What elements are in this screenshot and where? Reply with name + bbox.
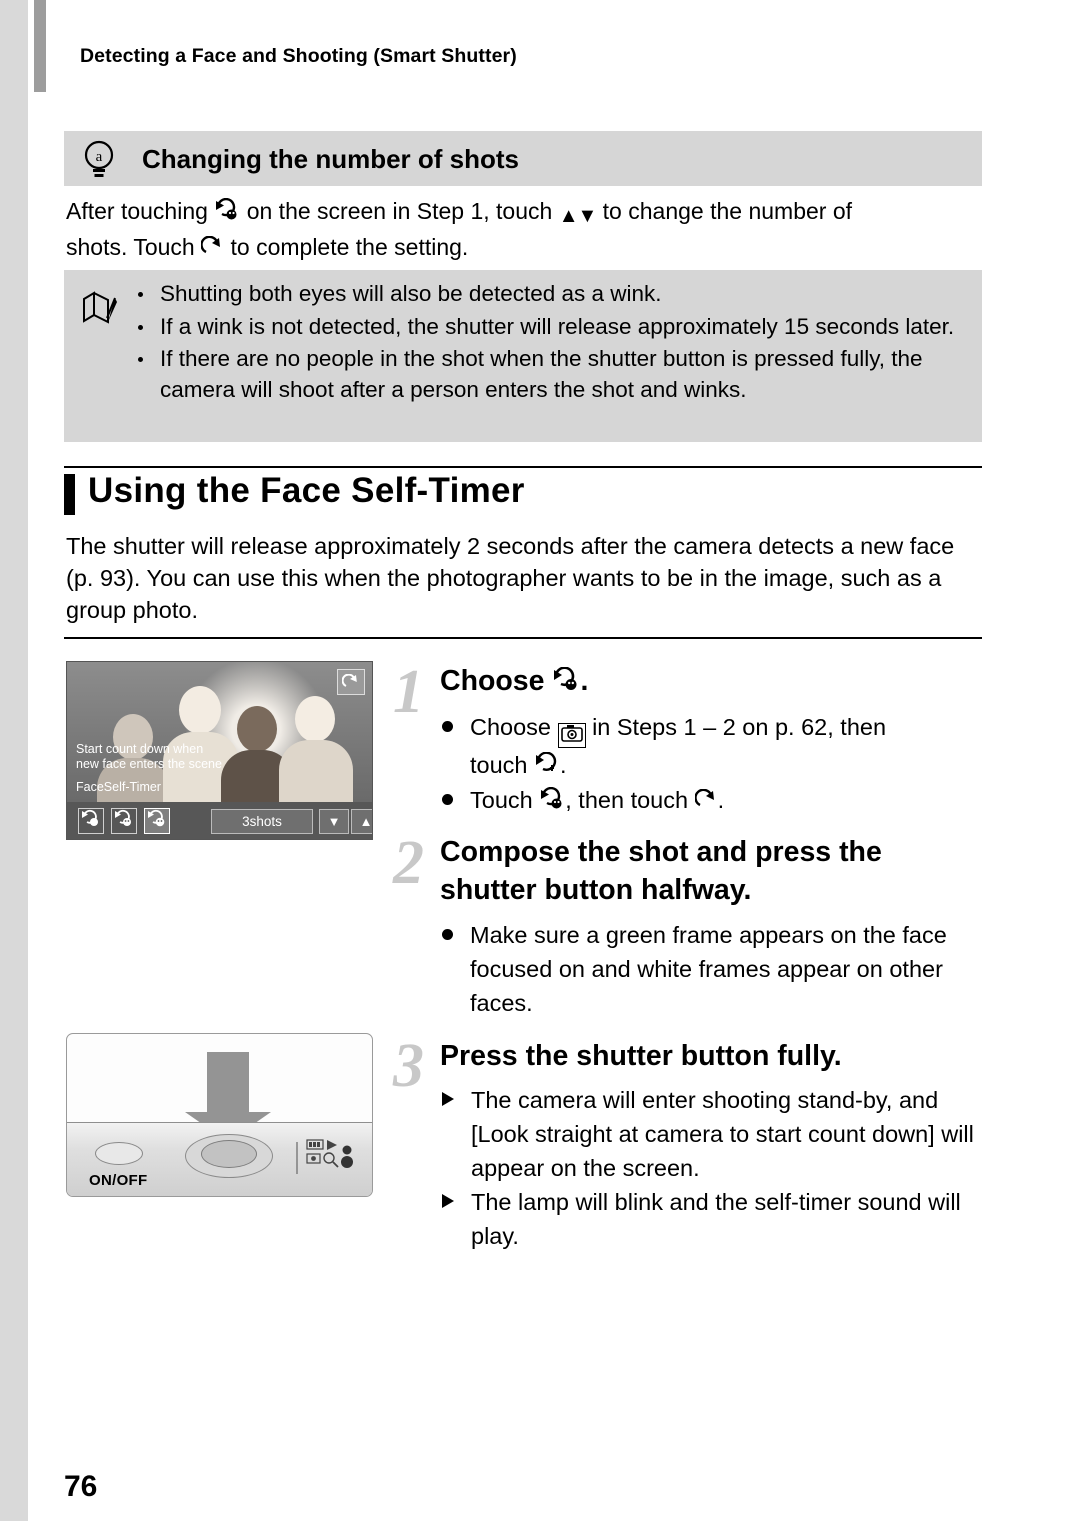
step3-arrow-text-1: The camera will enter shooting stand-by,… (471, 1087, 974, 1181)
step1-b2-text-b: , then touch (565, 787, 689, 813)
bullet-dot (138, 292, 143, 297)
lightbulb-icon: a (76, 139, 122, 181)
tip-body-text-1: After touching (66, 198, 208, 224)
bullet-dot (442, 929, 453, 940)
screen-mode-icon-2[interactable] (111, 808, 137, 834)
step1-b2-text-c: . (717, 787, 725, 813)
section-divider-2 (64, 637, 982, 639)
smart-shutter-icon (557, 723, 586, 748)
note-text: Shutting both eyes will also be detected… (160, 281, 662, 306)
person-body (279, 740, 353, 804)
step-2-heading: Compose the shot and press the shutter b… (440, 836, 882, 906)
note-text: If there are no people in the shot when … (160, 346, 923, 402)
screen-caption-line1: Start count down when (76, 742, 204, 756)
press-down-arrow-icon (185, 1052, 271, 1142)
step1-b1-text-d: . (560, 752, 567, 778)
step-number-2: 2 (393, 829, 424, 897)
list-item: The camera will enter shooting stand-by,… (440, 1083, 995, 1185)
step-1-body: Choose in Steps 1 – 2 on p. 62, then tou… (440, 710, 985, 818)
list-item: If a wink is not detected, the shutter w… (132, 312, 977, 343)
screen-back-button[interactable] (337, 669, 365, 695)
step1-b1-text-c: touch (470, 752, 528, 778)
section-divider (64, 466, 982, 468)
face-self-timer-icon (552, 665, 580, 691)
notes-list: Shutting both eyes will also be detected… (132, 279, 977, 407)
step1-b1-text-b: in Steps 1 – 2 on p. 62, then (592, 714, 887, 740)
list-item: Choose in Steps 1 – 2 on p. 62, then tou… (440, 710, 985, 782)
step-3-heading: Press the shutter button fully. (440, 1040, 842, 1072)
page-number: 76 (64, 1470, 98, 1503)
step1-b2-text-a: Touch (470, 787, 533, 813)
shots-count-display[interactable]: 3shots (211, 809, 313, 834)
note-text: If a wink is not detected, the shutter w… (160, 313, 955, 339)
step2-bullet-text: Make sure a green frame appears on the f… (470, 922, 947, 1016)
step1-b1-text-a: Choose (470, 714, 551, 740)
step-number-1: 1 (393, 658, 424, 726)
camera-screen-illustration: Start count down when new face enters th… (66, 661, 373, 840)
page-edge-band (0, 0, 28, 1521)
chapter-tab (34, 0, 46, 92)
step-2-body: Make sure a green frame appears on the f… (440, 918, 985, 1021)
person-head (295, 696, 335, 742)
face-self-timer-icon (539, 786, 565, 810)
shutter-button (201, 1140, 257, 1168)
step-3-body: The camera will enter shooting stand-by,… (440, 1083, 995, 1253)
shots-increase-button[interactable]: ▲ (351, 809, 372, 834)
power-button (95, 1142, 143, 1165)
step-1-heading: Choose . (440, 665, 589, 697)
arrow-marker (442, 1194, 454, 1208)
tip-title: Changing the number of shots (142, 144, 519, 174)
screen-mode-label: FaceSelf-Timer (76, 780, 161, 794)
svg-text:a: a (96, 149, 103, 165)
shots-decrease-button[interactable]: ▼ (319, 809, 349, 834)
bullet-dot (138, 357, 143, 362)
person-head (237, 706, 277, 752)
tip-body-text-4: shots. Touch (66, 234, 195, 260)
list-item: If there are no people in the shot when … (132, 344, 977, 405)
list-item: Shutting both eyes will also be detected… (132, 279, 977, 310)
tip-body-text-5: to complete the setting. (230, 234, 469, 260)
arrow-marker (442, 1092, 454, 1106)
step3-arrow-text-2: The lamp will blink and the self-timer s… (471, 1189, 961, 1249)
bullet-dot (138, 324, 143, 330)
tip-body: After touching on the screen in Step 1, … (66, 196, 976, 263)
list-item: The lamp will blink and the self-timer s… (440, 1185, 995, 1253)
bullet-dot (442, 794, 453, 805)
list-item: Touch , then touch . (440, 783, 985, 817)
mode-dial (295, 1138, 357, 1174)
up-down-arrows-icon: ▲▼ (558, 205, 598, 227)
screen-mode-icon-3-selected[interactable] (144, 808, 170, 834)
bullet-dot (442, 721, 453, 732)
onoff-label: ON/OFF (89, 1172, 148, 1189)
back-arrow-icon (693, 788, 718, 811)
back-arrow-icon (200, 235, 224, 258)
face-self-timer-icon (214, 197, 240, 222)
screen-mode-icon-1[interactable] (78, 808, 104, 834)
section-marker (64, 474, 75, 515)
page-title: Using the Face Self-Timer (88, 471, 525, 510)
step-number-3: 3 (393, 1032, 424, 1100)
list-item: Make sure a green frame appears on the f… (440, 918, 985, 1020)
screen-caption-line2: new face enters the scene (76, 757, 222, 771)
person-head (179, 686, 221, 734)
timer-icon (534, 751, 560, 775)
running-header: Detecting a Face and Shooting (Smart Shu… (80, 45, 517, 67)
camera-top-illustration: ON/OFF (66, 1033, 373, 1197)
pencil-note-icon (78, 288, 120, 330)
section-intro: The shutter will release approximately 2… (66, 533, 955, 623)
screen-caption: Start count down when new face enters th… (76, 742, 222, 772)
tip-body-text-2: on the screen in Step 1, touch (246, 198, 553, 224)
tip-body-text-3: to change the number of (602, 198, 853, 224)
step-1-heading-text: Choose (440, 665, 545, 697)
